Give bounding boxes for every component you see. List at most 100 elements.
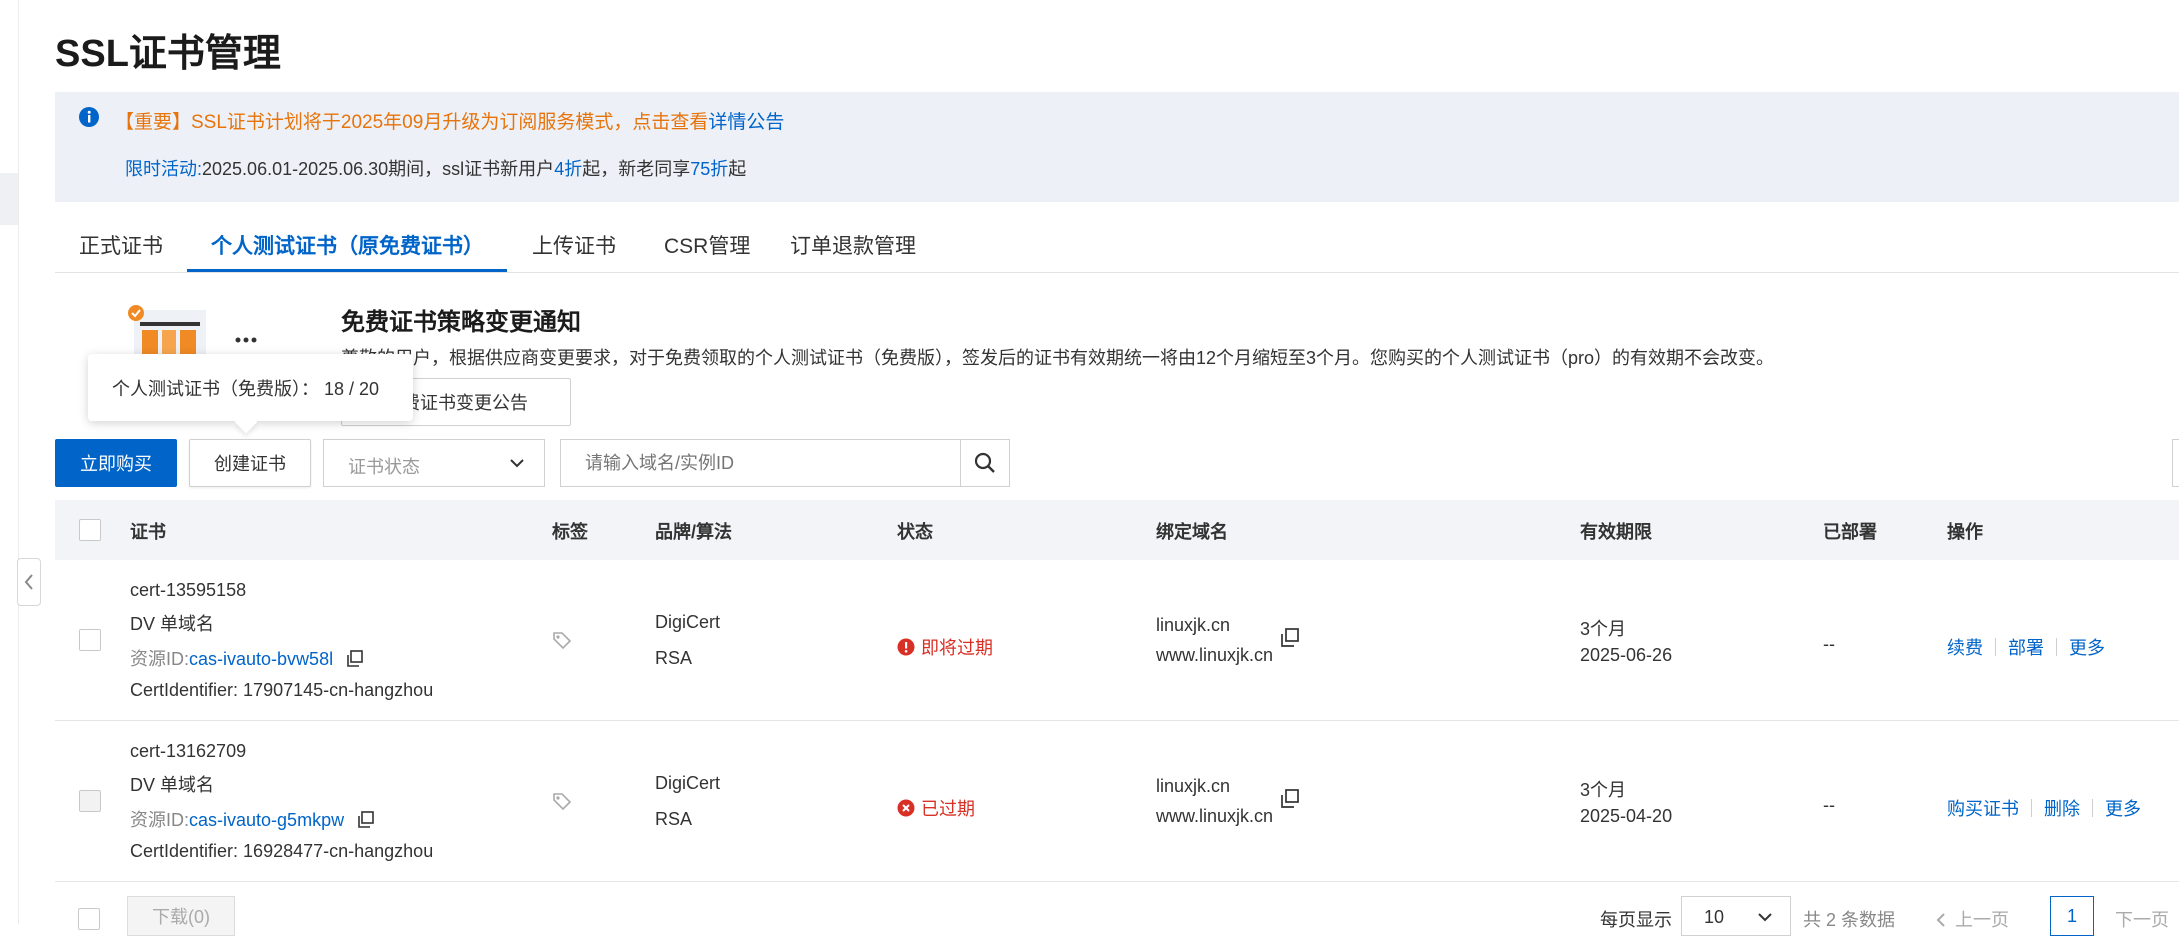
more-link[interactable]: 更多 <box>2069 634 2105 660</box>
tab-upload-cert[interactable]: 上传证书 <box>532 230 616 260</box>
buy-cert-link[interactable]: 购买证书 <box>1947 795 2019 821</box>
chevron-left-icon <box>24 574 33 590</box>
create-cert-button[interactable]: 创建证书 <box>189 439 311 487</box>
promo-title: 免费证书策略变更通知 <box>341 309 581 336</box>
brand: DigiCert <box>655 773 721 793</box>
collapse-sidebar-button[interactable] <box>17 558 41 606</box>
footer-select-all-checkbox[interactable] <box>78 908 100 930</box>
error-icon <box>897 799 915 817</box>
status-text: 即将过期 <box>921 638 993 658</box>
resource-id: 资源ID:cas-ivauto-g5mkpw <box>130 806 375 832</box>
status-expired: 已过期 <box>897 795 975 821</box>
domain-www: www.linuxjk.cn <box>1156 806 1274 826</box>
tab-bar: 正式证书 个人测试证书（原免费证书） 上传证书 CSR管理 订单退款管理 <box>55 222 2179 273</box>
deploy-link[interactable]: 部署 <box>2008 634 2044 660</box>
toolbar-overflow-control[interactable] <box>2172 439 2179 487</box>
algorithm: RSA <box>655 809 693 829</box>
resource-id-label: 资源ID: <box>130 810 190 830</box>
copy-icon[interactable] <box>1280 628 1300 648</box>
copy-icon[interactable] <box>346 650 364 668</box>
select-all-checkbox[interactable] <box>79 519 101 541</box>
resource-id: 资源ID:cas-ivauto-bvw58l <box>130 645 364 671</box>
promo-part1: 2025.06.01-2025.06.30期间，ssl证书新用户 <box>202 159 555 179</box>
renew-link[interactable]: 续费 <box>1947 634 1983 660</box>
prev-page-label: 上一页 <box>1955 910 2009 930</box>
download-button[interactable]: 下载(0) <box>127 896 235 936</box>
total-count: 共 2 条数据 <box>1803 910 1896 930</box>
cert-type: DV 单域名 <box>130 775 215 795</box>
per-page-value: 10 <box>1704 907 1725 927</box>
row-actions: 续费 部署 更多 <box>1947 634 2105 660</box>
next-page-button[interactable]: 下一页 <box>2115 906 2169 932</box>
tab-personal-test-cert[interactable]: 个人测试证书（原免费证书） <box>211 230 484 260</box>
tab-csr-management[interactable]: CSR管理 <box>664 230 750 260</box>
expiry-date: 2025-04-20 <box>1580 806 1673 826</box>
cert-identifier: CertIdentifier: 16928477-cn-hangzhou <box>130 841 434 861</box>
buy-now-button[interactable]: 立即购买 <box>55 439 177 487</box>
header-status: 状态 <box>897 522 933 542</box>
page-1-button[interactable]: 1 <box>2050 896 2094 936</box>
per-page-select[interactable]: 10 <box>1681 896 1791 936</box>
header-tag: 标签 <box>552 522 588 542</box>
search-button[interactable] <box>960 440 1009 486</box>
info-icon <box>79 107 99 127</box>
resource-id-link[interactable]: cas-ivauto-bvw58l <box>189 649 333 669</box>
header-domain: 绑定域名 <box>1156 522 1228 542</box>
delete-link[interactable]: 删除 <box>2044 795 2080 821</box>
resource-id-link[interactable]: cas-ivauto-g5mkpw <box>189 810 344 830</box>
tooltip-arrow <box>234 410 258 434</box>
promo-description: 尊敬的用户，根据供应商变更要求，对于免费领取的个人测试证书（免费版），签发后的证… <box>341 348 1775 368</box>
tab-formal-cert[interactable]: 正式证书 <box>79 230 163 260</box>
copy-icon[interactable] <box>1280 789 1300 809</box>
notice-line-promo: 限时活动:2025.06.01-2025.06.30期间，ssl证书新用户4折起… <box>125 155 746 181</box>
deployed-value: -- <box>1823 634 1835 654</box>
tag-icon[interactable] <box>552 630 572 650</box>
chevron-down-icon <box>1758 913 1772 922</box>
promo-part2: 起，新老同享 <box>582 159 691 179</box>
header-validity: 有效期限 <box>1580 522 1652 542</box>
header-cert: 证书 <box>130 522 166 542</box>
promo-discount-all[interactable]: 75折 <box>690 159 728 179</box>
cert-name: cert-13162709 <box>130 741 247 761</box>
notice-important-text: 【重要】SSL证书计划将于2025年09月升级为订阅服务模式，点击查看 <box>115 112 709 133</box>
alert-icon <box>897 638 915 656</box>
left-nav-indicator <box>0 173 18 225</box>
row-checkbox[interactable] <box>79 790 101 812</box>
per-page-label: 每页显示 <box>1600 910 1672 930</box>
notice-line-important: 【重要】SSL证书计划将于2025年09月升级为订阅服务模式，点击查看详情公告 <box>115 107 784 134</box>
prev-page-button[interactable]: 上一页 <box>1935 906 2009 932</box>
promo-part3: 起 <box>728 159 747 179</box>
search-box <box>560 439 1010 487</box>
brand: DigiCert <box>655 612 721 632</box>
tag-icon[interactable] <box>552 791 572 811</box>
status-expiring: 即将过期 <box>897 634 993 660</box>
left-nav-rail <box>0 0 19 924</box>
status-select[interactable]: 证书状态 <box>323 439 545 487</box>
table-header: 证书 标签 品牌/算法 状态 绑定域名 有效期限 已部署 操作 <box>55 500 2179 560</box>
tab-refund-management[interactable]: 订单退款管理 <box>790 230 916 260</box>
row-actions: 购买证书 删除 更多 <box>1947 795 2141 821</box>
quota-tooltip: 个人测试证书（免费版）： 18 / 20 <box>88 354 413 434</box>
domain-primary: linuxjk.cn <box>1156 615 1231 635</box>
deployed-value: -- <box>1823 795 1835 815</box>
promo-discount-new[interactable]: 4折 <box>554 159 582 179</box>
notice-detail-link[interactable]: 详情公告 <box>708 112 784 133</box>
chevron-down-icon <box>510 459 524 468</box>
validity-period: 3个月 <box>1580 619 1627 639</box>
copy-icon[interactable] <box>357 811 375 829</box>
expiry-date: 2025-06-26 <box>1580 645 1673 665</box>
search-icon <box>974 452 995 473</box>
header-deployed: 已部署 <box>1823 522 1877 542</box>
row-checkbox[interactable] <box>79 629 101 651</box>
promo-lead: 限时活动: <box>125 159 203 179</box>
more-link[interactable]: 更多 <box>2105 795 2141 821</box>
resource-id-label: 资源ID: <box>130 649 190 669</box>
domain-primary: linuxjk.cn <box>1156 776 1231 796</box>
header-ops: 操作 <box>1947 522 1983 542</box>
domain-www: www.linuxjk.cn <box>1156 645 1274 665</box>
search-input[interactable] <box>561 440 961 486</box>
algorithm: RSA <box>655 648 693 668</box>
cert-identifier: CertIdentifier: 17907145-cn-hangzhou <box>130 680 434 700</box>
status-select-placeholder: 证书状态 <box>348 457 420 477</box>
status-text: 已过期 <box>921 799 975 819</box>
